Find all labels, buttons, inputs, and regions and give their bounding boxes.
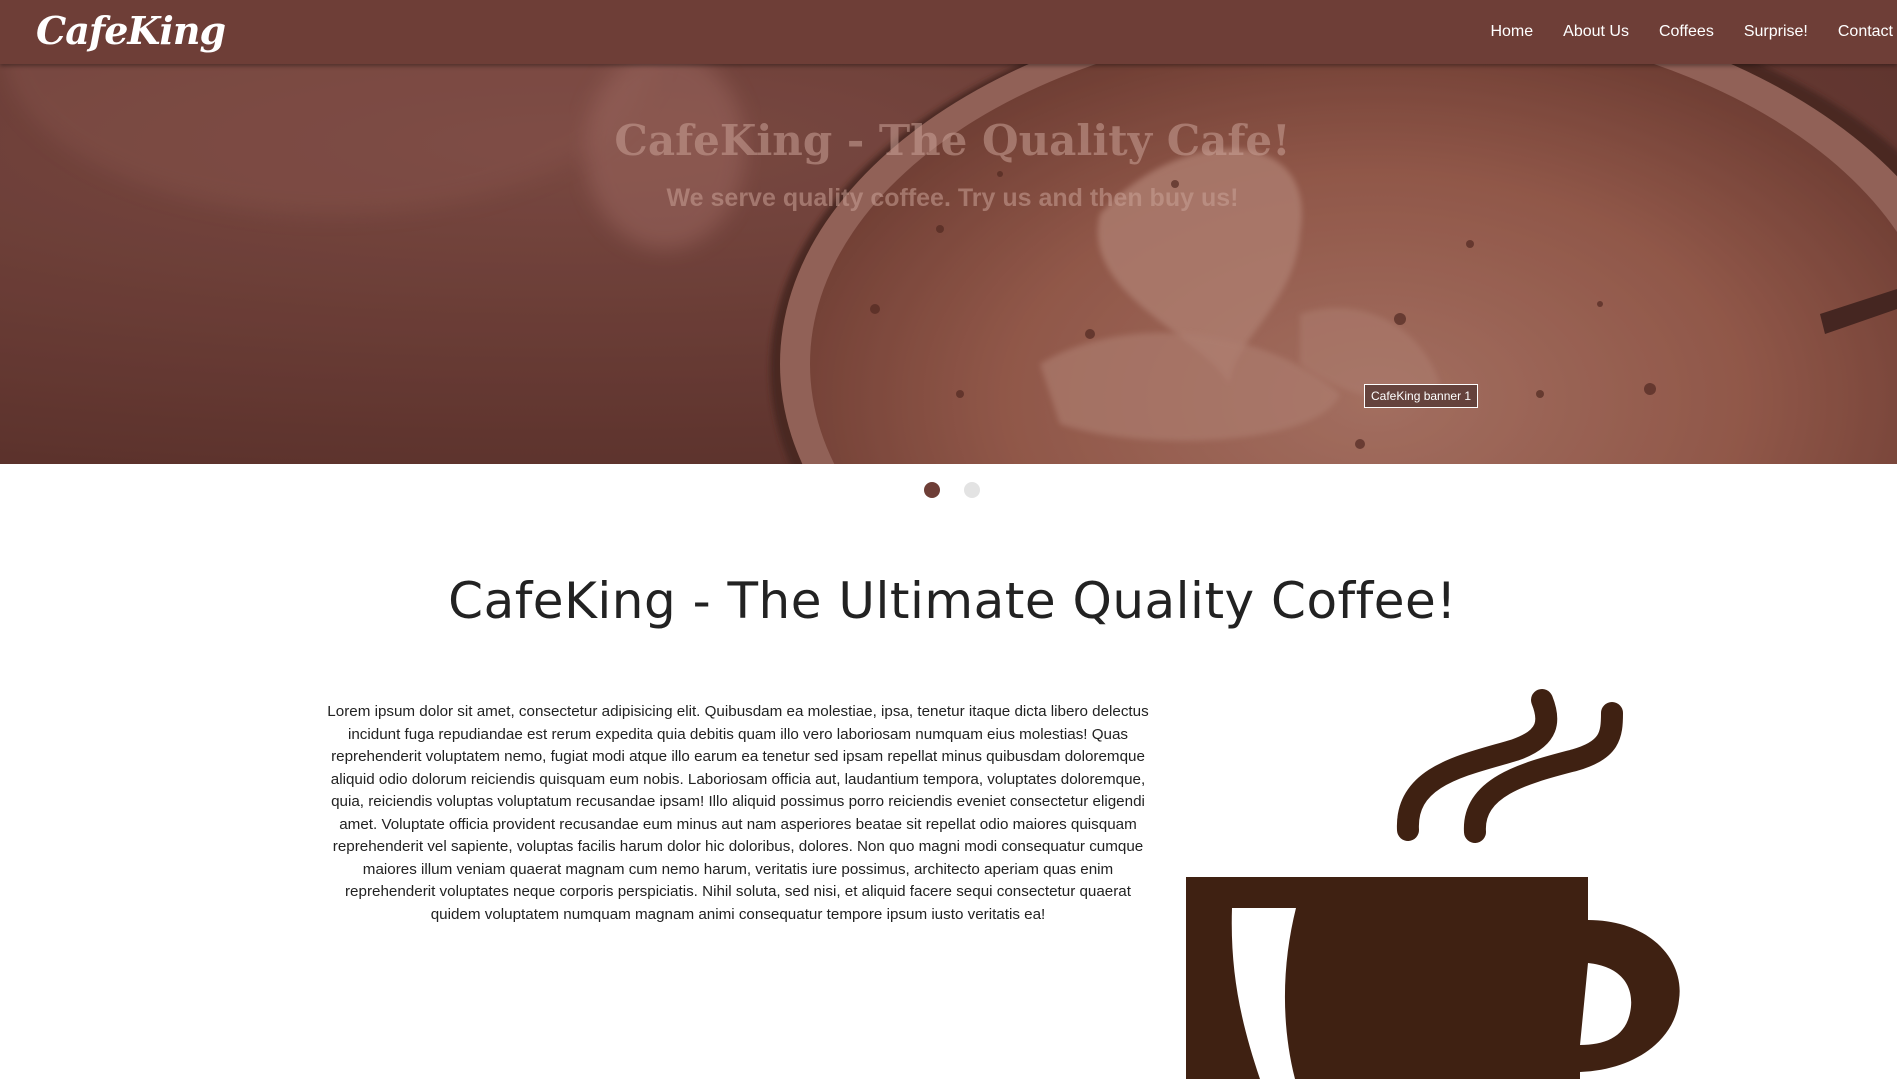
nav-link-coffees[interactable]: Coffees bbox=[1659, 23, 1714, 41]
hero-carousel[interactable]: CafeKing - The Quality Cafe! We serve qu… bbox=[0, 64, 1897, 464]
nav-links: Home About Us Coffees Surprise! Contact bbox=[1490, 0, 1897, 64]
banner-caption: CafeKing banner 1 bbox=[1364, 384, 1479, 408]
intro-paragraph: Lorem ipsum dolor sit amet, consectetur … bbox=[327, 703, 1149, 923]
carousel-dot-2[interactable] bbox=[964, 482, 980, 498]
brand-logo[interactable]: CafeKing bbox=[36, 8, 226, 54]
section-title: CafeKing - The Ultimate Quality Coffee! bbox=[448, 572, 1457, 630]
nav-link-surprise[interactable]: Surprise! bbox=[1744, 23, 1808, 41]
navbar: CafeKing Home About Us Coffees Surprise!… bbox=[0, 0, 1897, 64]
nav-link-home[interactable]: Home bbox=[1490, 23, 1533, 41]
nav-link-contact[interactable]: Contact bbox=[1838, 23, 1893, 41]
carousel-dot-1[interactable] bbox=[924, 482, 940, 498]
hero-subtitle: We serve quality coffee. Try us and then… bbox=[666, 184, 1239, 212]
hero-title: CafeKing - The Quality Cafe! bbox=[614, 116, 1291, 165]
carousel-indicators bbox=[924, 482, 1004, 498]
nav-link-about-us[interactable]: About Us bbox=[1563, 23, 1629, 41]
coffee-cup-icon bbox=[1186, 689, 1680, 1079]
